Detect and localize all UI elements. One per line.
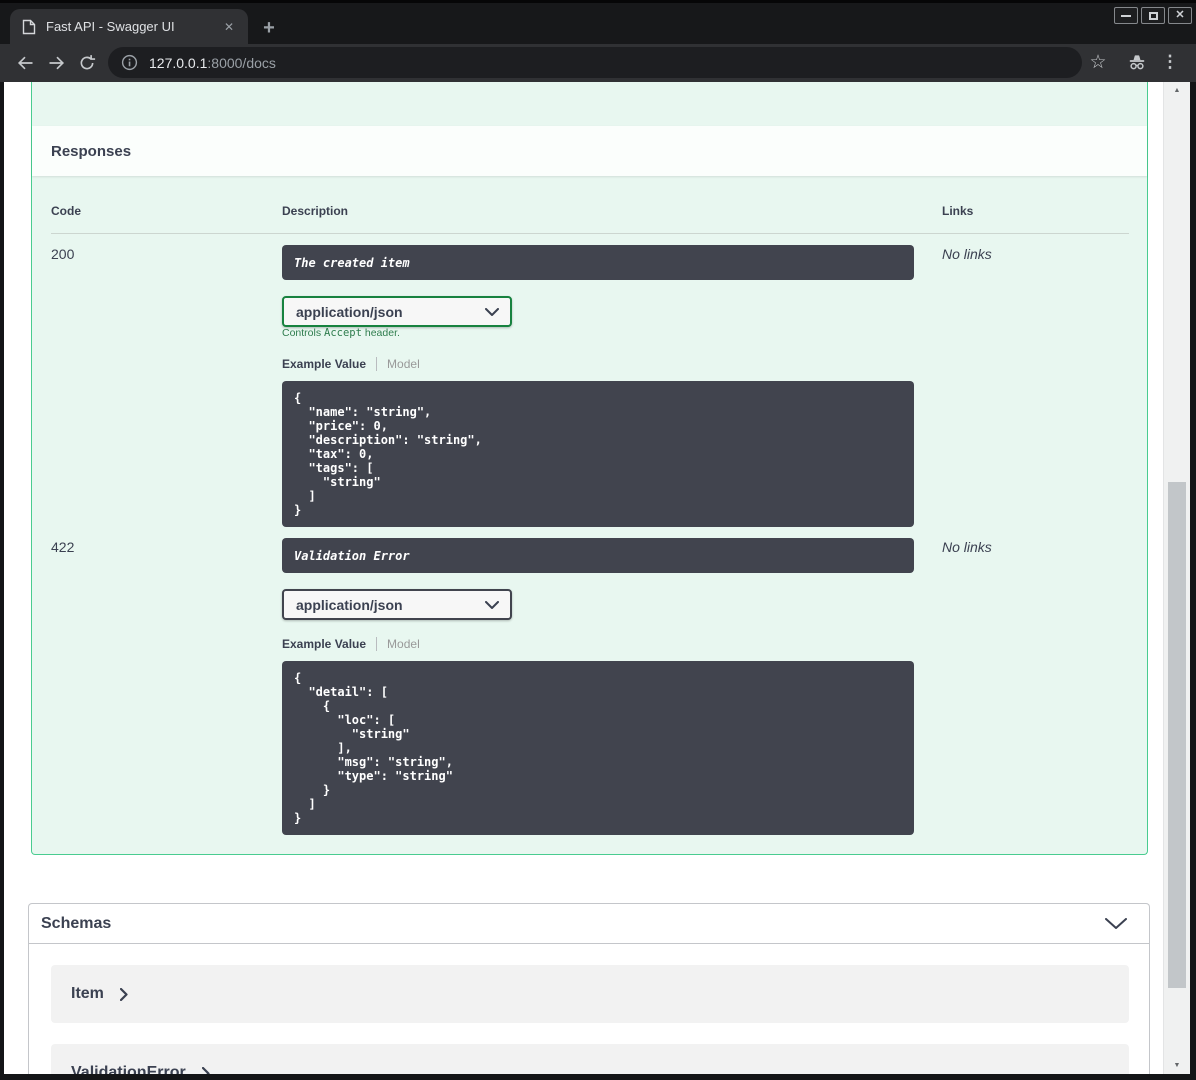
response-description-box: The created item xyxy=(282,245,914,280)
url-path: :8000/docs xyxy=(207,54,276,71)
responses-title: Responses xyxy=(51,142,132,160)
schema-model-item[interactable]: Item xyxy=(51,965,1129,1023)
response-description-box: Validation Error xyxy=(282,538,914,573)
scrollbar-thumb[interactable] xyxy=(1168,482,1186,988)
page-content: Responses Code Description Links 200 The… xyxy=(4,82,1190,1074)
response-description-text: The created item xyxy=(294,255,410,270)
column-header-code: Code xyxy=(51,204,81,218)
hint-prefix: Controls xyxy=(282,327,325,339)
response-links-text: No links xyxy=(942,246,992,262)
maximize-button[interactable] xyxy=(1141,7,1165,24)
example-json-422: { "detail": [ { "loc": [ "string" ], "ms… xyxy=(282,661,914,835)
reload-button[interactable] xyxy=(71,47,103,79)
model-name: Item xyxy=(71,985,104,1002)
media-type-value: application/json xyxy=(296,303,403,320)
hint-suffix: header. xyxy=(361,327,400,339)
maximize-icon xyxy=(1148,11,1158,20)
chevron-down-icon xyxy=(485,600,499,609)
response-code-422: 422 xyxy=(51,539,75,555)
address-bar[interactable]: 127.0.0.1:8000/docs xyxy=(108,47,1082,78)
tab-model[interactable]: Model xyxy=(387,637,420,651)
media-type-value: application/json xyxy=(296,596,403,613)
tab-model[interactable]: Model xyxy=(387,357,420,371)
bookmark-star-icon[interactable]: ☆ xyxy=(1082,46,1114,78)
minimize-icon xyxy=(1121,14,1131,17)
response-code-200: 200 xyxy=(51,246,75,262)
chevron-right-icon xyxy=(119,987,128,1001)
document-icon xyxy=(22,19,36,35)
scroll-up-icon[interactable]: ▲ xyxy=(1164,83,1190,98)
table-header-divider xyxy=(51,233,1129,234)
schemas-header[interactable]: Schemas xyxy=(29,904,1149,944)
chevron-right-icon xyxy=(201,1066,210,1074)
tab-example-value[interactable]: Example Value xyxy=(282,357,366,371)
forward-button[interactable] xyxy=(41,47,73,79)
example-model-tabs: Example Value Model xyxy=(282,356,420,372)
page-scrollbar[interactable]: ▲ ▼ xyxy=(1163,82,1190,1074)
example-model-tabs: Example Value Model xyxy=(282,636,420,652)
url-text: 127.0.0.1:8000/docs xyxy=(149,55,276,71)
hint-code: Accept xyxy=(324,327,362,339)
media-type-select[interactable]: application/json xyxy=(282,296,512,327)
column-header-description: Description xyxy=(282,204,349,218)
tab-close-icon[interactable]: ✕ xyxy=(220,18,238,36)
tab-strip: Fast API - Swagger UI ✕ + ✕ xyxy=(0,3,1196,44)
close-icon: ✕ xyxy=(1175,9,1185,21)
responses-section-header: Responses xyxy=(32,126,1147,176)
browser-tab[interactable]: Fast API - Swagger UI ✕ xyxy=(10,9,248,44)
model-name: ValidationError xyxy=(71,1064,186,1074)
new-tab-button[interactable]: + xyxy=(256,15,282,41)
schemas-title: Schemas xyxy=(41,914,112,932)
media-type-select[interactable]: application/json xyxy=(282,589,512,620)
example-json-200: { "name": "string", "price": 0, "descrip… xyxy=(282,381,914,527)
site-info-icon[interactable] xyxy=(121,54,138,71)
tab-example-value[interactable]: Example Value xyxy=(282,637,366,651)
tab-separator xyxy=(376,357,378,371)
schema-model-validationerror[interactable]: ValidationError xyxy=(51,1044,1129,1074)
minimize-button[interactable] xyxy=(1114,7,1138,24)
schemas-section: Schemas Item ValidationError xyxy=(28,903,1150,1074)
window-controls: ✕ xyxy=(1114,7,1192,24)
url-host: 127.0.0.1 xyxy=(149,54,208,71)
tab-title: Fast API - Swagger UI xyxy=(46,19,175,34)
tab-separator xyxy=(376,637,378,651)
chevron-down-icon[interactable] xyxy=(1105,917,1127,930)
browser-menu-icon[interactable]: ⋮ xyxy=(1154,46,1186,78)
scroll-down-icon[interactable]: ▼ xyxy=(1164,1058,1190,1073)
response-links-text: No links xyxy=(942,539,992,555)
back-button[interactable] xyxy=(9,47,41,79)
column-header-links: Links xyxy=(942,204,974,218)
accept-header-hint: Controls Accept header. xyxy=(282,327,400,339)
incognito-icon xyxy=(1121,46,1153,78)
opblock-post-open: Responses Code Description Links 200 The… xyxy=(31,82,1148,855)
chevron-down-icon xyxy=(485,307,499,316)
response-description-text: Validation Error xyxy=(294,548,410,563)
close-button[interactable]: ✕ xyxy=(1168,7,1192,24)
